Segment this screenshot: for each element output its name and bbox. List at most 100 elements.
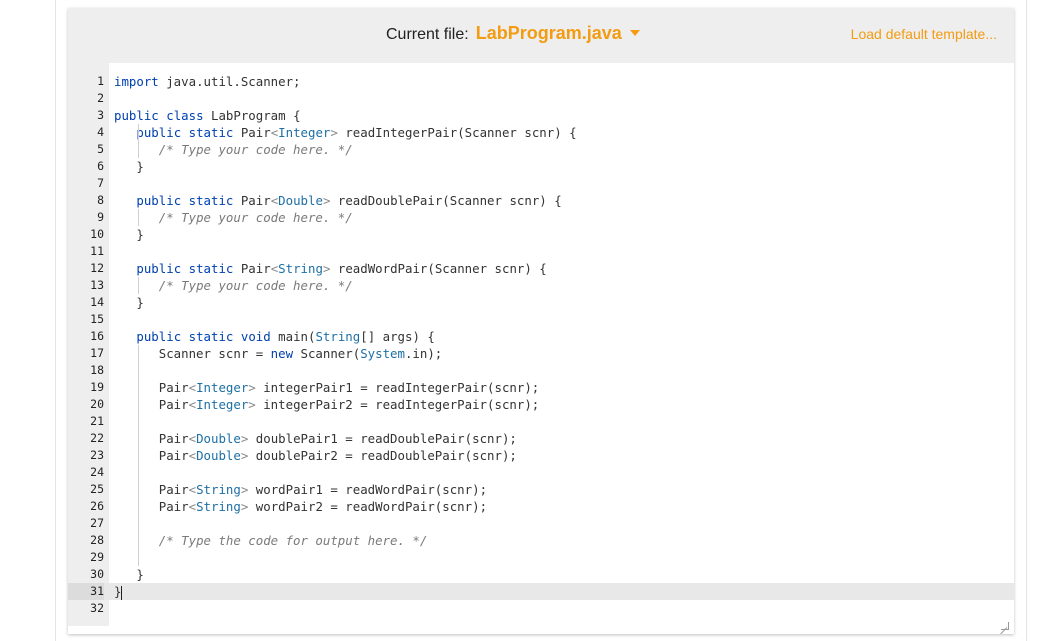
line-number: 30 <box>90 567 104 581</box>
code-line[interactable]: 18 <box>68 362 1014 379</box>
code-line[interactable]: 7 <box>68 175 1014 192</box>
code-text[interactable]: /* Type your code here. */ <box>114 141 353 158</box>
code-line[interactable]: 20 Pair<Integer> integerPair2 = readInte… <box>68 396 1014 413</box>
line-number: 10 <box>90 227 104 241</box>
current-file-label: Current file: <box>386 26 469 43</box>
line-number: 28 <box>90 533 104 547</box>
code-editor[interactable]: 1 import java.util.Scanner; 2 3 public class… <box>68 63 1014 634</box>
code-text[interactable]: public static Pair<Double> readDoublePai… <box>114 192 561 209</box>
code-line[interactable]: 32 <box>68 600 1014 617</box>
line-number: 29 <box>90 550 104 564</box>
code-line[interactable]: 17 Scanner scnr = new Scanner(System.in)… <box>68 345 1014 362</box>
line-number: 16 <box>90 329 104 343</box>
code-text[interactable]: Pair<Integer> integerPair2 = readInteger… <box>114 396 540 413</box>
resize-handle-icon[interactable] <box>1001 622 1009 630</box>
line-number: 1 <box>97 74 104 88</box>
code-line[interactable]: 21 <box>68 413 1014 430</box>
page-divider-right <box>1026 0 1027 641</box>
chevron-down-icon[interactable] <box>629 30 640 36</box>
line-number: 17 <box>90 346 104 360</box>
code-line[interactable]: 3 public class LabProgram { <box>68 107 1014 124</box>
line-number: 22 <box>90 431 104 445</box>
code-line[interactable]: 14 } <box>68 294 1014 311</box>
code-line[interactable]: 22 Pair<Double> doublePair1 = readDouble… <box>68 430 1014 447</box>
line-number: 21 <box>90 414 104 428</box>
line-number: 15 <box>90 312 104 326</box>
code-text[interactable]: Pair<Double> doublePair1 = readDoublePai… <box>114 430 517 447</box>
code-line[interactable]: 27 <box>68 515 1014 532</box>
code-line[interactable]: 6 } <box>68 158 1014 175</box>
indent-guide <box>138 209 140 226</box>
line-number: 23 <box>90 448 104 462</box>
page-divider-left <box>55 0 56 641</box>
code-line[interactable]: 9 /* Type your code here. */ <box>68 209 1014 226</box>
line-number: 20 <box>90 397 104 411</box>
line-number: 25 <box>90 482 104 496</box>
line-number: 12 <box>90 261 104 275</box>
line-number: 5 <box>97 142 104 156</box>
line-number: 8 <box>97 193 104 207</box>
code-line[interactable]: 26 Pair<String> wordPair2 = readWordPair… <box>68 498 1014 515</box>
code-text[interactable]: } <box>114 294 143 311</box>
line-number: 24 <box>90 465 104 479</box>
code-lines[interactable]: 1 import java.util.Scanner; 2 3 public class… <box>68 73 1014 617</box>
line-number: 18 <box>90 363 104 377</box>
code-line[interactable]: 28 /* Type the code for output here. */ <box>68 532 1014 549</box>
code-text[interactable]: public class LabProgram { <box>114 107 301 124</box>
code-text[interactable]: Scanner scnr = new Scanner(System.in); <box>114 345 443 362</box>
line-number: 14 <box>90 295 104 309</box>
code-text[interactable]: Pair<Double> doublePair2 = readDoublePai… <box>114 447 517 464</box>
code-line[interactable]: 5 /* Type your code here. */ <box>68 141 1014 158</box>
indent-guide <box>138 277 140 294</box>
code-text[interactable]: } <box>114 158 143 175</box>
code-line[interactable]: 24 <box>68 464 1014 481</box>
code-text[interactable]: Pair<String> wordPair1 = readWordPair(sc… <box>114 481 487 498</box>
code-line[interactable]: 8 public static Pair<Double> readDoubleP… <box>68 192 1014 209</box>
line-number: 19 <box>90 380 104 394</box>
current-file-selector[interactable]: Current file: LabProgram.java <box>386 23 640 47</box>
code-line[interactable]: 11 <box>68 243 1014 260</box>
code-text[interactable]: import java.util.Scanner; <box>114 73 301 90</box>
line-number: 13 <box>90 278 104 292</box>
text-cursor <box>121 585 123 600</box>
current-file-name[interactable]: LabProgram.java <box>476 23 622 44</box>
code-text[interactable]: public static void main(String[] args) { <box>114 328 434 345</box>
code-text[interactable]: Pair<Integer> integerPair1 = readInteger… <box>114 379 540 396</box>
code-text[interactable]: } <box>114 226 143 243</box>
indent-guide <box>138 345 140 566</box>
code-text[interactable]: /* Type your code here. */ <box>114 277 353 294</box>
line-number: 27 <box>90 516 104 530</box>
code-text[interactable]: public static Pair<String> readWordPair(… <box>114 260 546 277</box>
code-line[interactable]: 13 /* Type your code here. */ <box>68 277 1014 294</box>
code-line[interactable]: 12 public static Pair<String> readWordPa… <box>68 260 1014 277</box>
code-line[interactable]: 29 <box>68 549 1014 566</box>
code-text[interactable]: } <box>114 566 143 583</box>
line-number: 4 <box>97 125 104 139</box>
line-number: 26 <box>90 499 104 513</box>
code-line[interactable]: 1 import java.util.Scanner; <box>68 73 1014 90</box>
code-line[interactable]: 25 Pair<String> wordPair1 = readWordPair… <box>68 481 1014 498</box>
code-line[interactable]: 19 Pair<Integer> integerPair1 = readInte… <box>68 379 1014 396</box>
code-line[interactable]: 30 } <box>68 566 1014 583</box>
code-line[interactable]: 2 <box>68 90 1014 107</box>
code-text[interactable]: public static Pair<Integer> readIntegerP… <box>114 124 576 141</box>
line-number: 11 <box>90 244 104 258</box>
code-line[interactable]: 10 } <box>68 226 1014 243</box>
line-number: 3 <box>97 108 104 122</box>
line-number: 31 <box>68 583 104 600</box>
line-number: 2 <box>97 91 104 105</box>
code-line[interactable]: 15 <box>68 311 1014 328</box>
line-number: 6 <box>97 159 104 173</box>
code-text[interactable]: } <box>114 583 123 600</box>
code-line[interactable]: 4 public static Pair<Integer> readIntege… <box>68 124 1014 141</box>
editor-header: Current file: LabProgram.java Load defau… <box>68 8 1014 63</box>
code-text[interactable]: /* Type your code here. */ <box>114 209 353 226</box>
code-line[interactable]: 16 public static void main(String[] args… <box>68 328 1014 345</box>
code-text[interactable]: /* Type the code for output here. */ <box>114 532 428 549</box>
indent-guide <box>138 124 140 158</box>
code-text[interactable]: Pair<String> wordPair2 = readWordPair(sc… <box>114 498 487 515</box>
load-default-template-link[interactable]: Load default template... <box>851 26 997 42</box>
code-line[interactable]: 31} <box>68 583 1014 600</box>
code-line[interactable]: 23 Pair<Double> doublePair2 = readDouble… <box>68 447 1014 464</box>
line-number: 32 <box>90 601 104 615</box>
